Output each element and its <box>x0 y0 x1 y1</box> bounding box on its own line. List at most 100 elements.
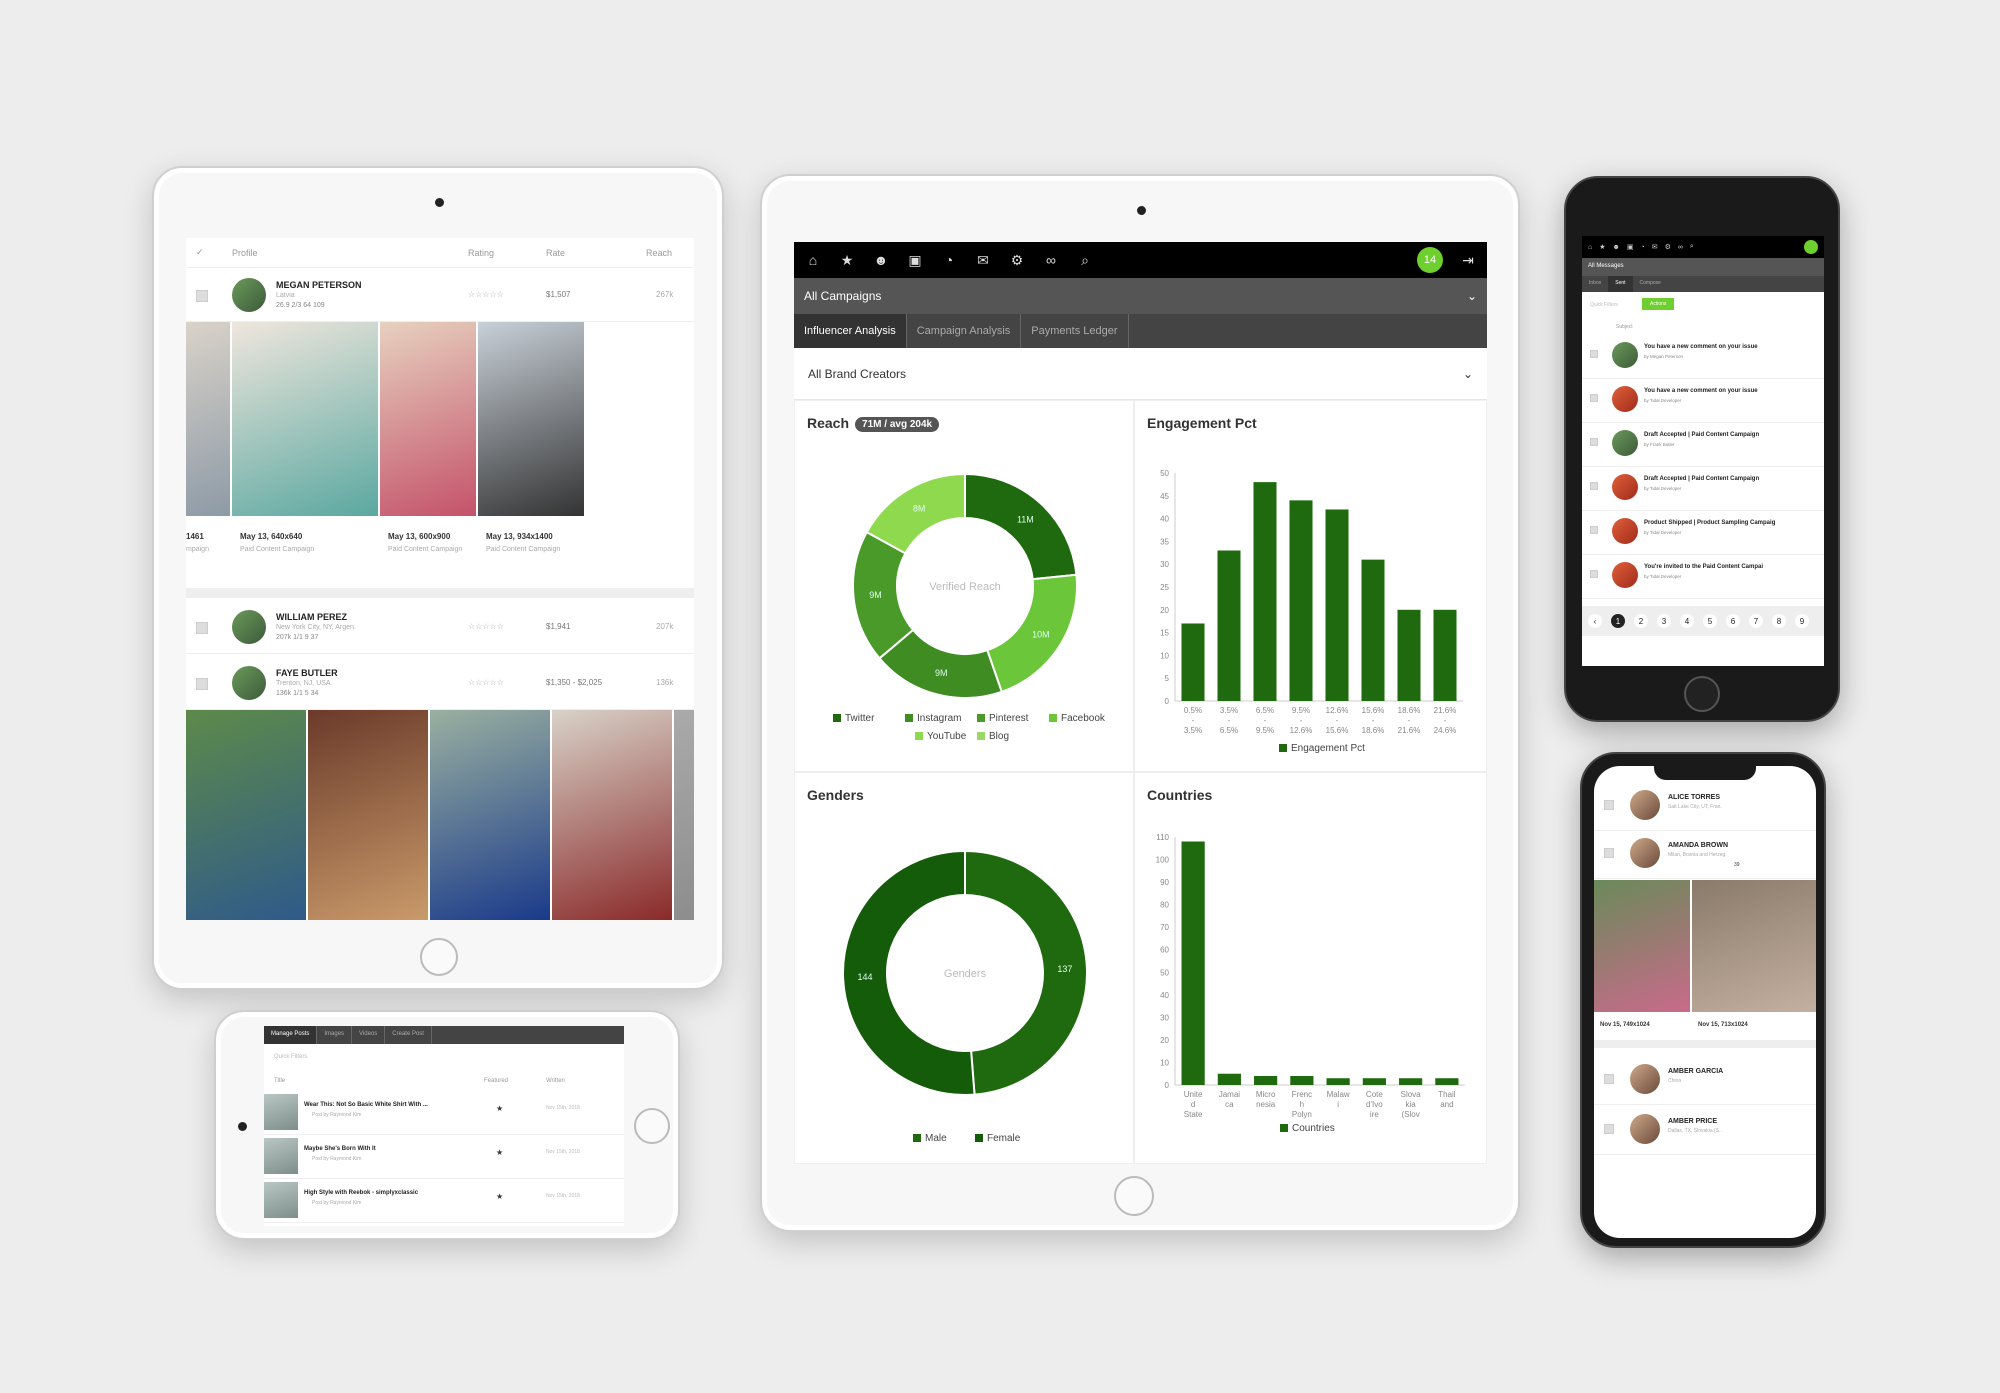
row-checkbox[interactable] <box>196 290 208 302</box>
row-checkbox[interactable] <box>1590 438 1598 446</box>
legend-label[interactable]: Male <box>925 1133 947 1144</box>
message-subject[interactable]: You have a new comment on your issue <box>1644 344 1758 350</box>
image-icon[interactable]: ▣ <box>1627 243 1634 251</box>
page-button[interactable]: 6 <box>1726 614 1740 628</box>
legend-label[interactable]: Countries <box>1292 1123 1335 1134</box>
legend-label[interactable]: Instagram <box>917 713 961 724</box>
featured-star-icon[interactable]: ★ <box>496 1148 503 1157</box>
table-row[interactable]: WILLIAM PEREZ New York City, NY, Argen. 20… <box>186 600 694 654</box>
search-icon[interactable]: ⌕ <box>1076 252 1094 269</box>
tab-inbox[interactable]: Inbox <box>1582 276 1609 292</box>
message-subject[interactable]: Draft Accepted | Paid Content Campaign <box>1644 432 1759 438</box>
column-header-rate[interactable]: Rate <box>546 248 565 258</box>
row-checkbox[interactable] <box>1604 1074 1614 1084</box>
countries-bar[interactable] <box>1326 1078 1350 1085</box>
countries-bar[interactable] <box>1399 1078 1423 1085</box>
message-subject[interactable]: Product Shipped | Product Sampling Campa… <box>1644 520 1775 526</box>
post-thumbnail[interactable] <box>478 322 584 516</box>
post-thumbnail[interactable] <box>264 1094 298 1130</box>
post-title[interactable]: Maybe She's Born With It <box>304 1146 376 1152</box>
home-icon[interactable]: ⌂ <box>1588 244 1592 251</box>
creator-name[interactable]: AMBER GARCIA <box>1668 1068 1723 1075</box>
tab-create-post[interactable]: Create Post <box>385 1026 432 1044</box>
pie-icon[interactable]: ◔ <box>1641 244 1645 251</box>
tab-videos[interactable]: Videos <box>352 1026 386 1044</box>
post-title[interactable]: May 13, 640x640 <box>240 532 302 541</box>
creator-name[interactable]: AMBER PRICE <box>1668 1118 1717 1125</box>
engagement-bar[interactable] <box>1397 609 1421 701</box>
row-checkbox[interactable] <box>1590 570 1598 578</box>
post-title[interactable]: Wear This: Not So Basic White Shirt With… <box>304 1102 428 1108</box>
page-button[interactable]: 3 <box>1657 614 1671 628</box>
post-title[interactable]: May 13, 934x1400 <box>486 532 553 541</box>
users-icon[interactable]: ☻ <box>1613 244 1620 251</box>
gear-icon[interactable]: ⚙ <box>1665 243 1671 251</box>
post-title[interactable]: Nov 15, 749x1024 <box>1600 1022 1650 1028</box>
column-header-rating[interactable]: Rating <box>468 248 494 258</box>
legend-label[interactable]: Pinterest <box>989 713 1029 724</box>
tab-payments-ledger[interactable]: Payments Ledger <box>1021 314 1129 348</box>
row-checkbox[interactable] <box>1604 848 1614 858</box>
post-thumbnail[interactable] <box>1594 880 1690 1012</box>
legend-label[interactable]: Female <box>987 1133 1021 1144</box>
users-icon[interactable]: ☻ <box>872 252 890 268</box>
column-header-profile[interactable]: Profile <box>232 248 258 258</box>
message-subject[interactable]: You have a new comment on your issue <box>1644 388 1758 394</box>
engagement-bar[interactable] <box>1181 623 1205 701</box>
star-icon[interactable]: ★ <box>838 252 856 269</box>
star-icon[interactable]: ★ <box>1599 243 1605 251</box>
page-button[interactable]: 4 <box>1680 614 1694 628</box>
post-thumbnail[interactable] <box>264 1138 298 1174</box>
home-button[interactable] <box>1684 676 1720 712</box>
reach-slice[interactable] <box>964 472 1078 581</box>
page-button[interactable]: 1 <box>1611 614 1625 628</box>
row-checkbox[interactable] <box>1590 526 1598 534</box>
row-checkbox[interactable] <box>196 622 208 634</box>
notification-badge[interactable] <box>1804 240 1818 254</box>
link-icon[interactable]: ∞ <box>1042 252 1060 268</box>
engagement-bar[interactable] <box>1325 509 1349 701</box>
mail-icon[interactable]: ✉ <box>974 252 992 269</box>
tab-manage-posts[interactable]: Manage Posts <box>264 1026 318 1044</box>
post-title[interactable]: May 13, 600x900 <box>388 532 450 541</box>
row-checkbox[interactable] <box>1590 350 1598 358</box>
mail-icon[interactable]: ✉ <box>1652 243 1658 251</box>
creator-name[interactable]: ALICE TORRES <box>1668 794 1720 801</box>
featured-star-icon[interactable]: ★ <box>496 1104 503 1113</box>
post-thumbnail[interactable] <box>264 1182 298 1218</box>
quick-filters[interactable]: Quick Filters <box>1590 302 1618 308</box>
rating-stars[interactable]: ☆☆☆☆☆ <box>468 678 504 687</box>
row-checkbox[interactable] <box>1604 800 1614 810</box>
home-icon[interactable]: ⌂ <box>804 252 822 268</box>
post-thumbnail[interactable] <box>674 710 694 920</box>
row-checkbox[interactable] <box>196 678 208 690</box>
actions-button[interactable]: Actions <box>1642 298 1675 310</box>
column-header-reach[interactable]: Reach <box>646 248 672 258</box>
tab-influencer-analysis[interactable]: Influencer Analysis <box>794 314 907 348</box>
post-thumbnail[interactable] <box>186 322 230 516</box>
legend-label[interactable]: YouTube <box>927 731 967 742</box>
engagement-bar[interactable] <box>1253 482 1277 701</box>
table-row[interactable]: FAYE BUTLER Trenton, NJ, USA 136k 1/1 5 34… <box>186 656 694 710</box>
row-checkbox[interactable] <box>1590 482 1598 490</box>
image-icon[interactable]: ▣ <box>906 252 924 269</box>
post-title[interactable]: High Style with Reebok - simplyxclassic <box>304 1190 418 1196</box>
home-button[interactable] <box>420 938 458 976</box>
gear-icon[interactable]: ⚙ <box>1008 252 1026 269</box>
legend-label[interactable]: Twitter <box>845 713 875 724</box>
page-button[interactable]: ‹ <box>1588 614 1602 628</box>
countries-bar[interactable] <box>1217 1073 1241 1085</box>
home-button[interactable] <box>1114 1176 1154 1216</box>
creator-name[interactable]: WILLIAM PEREZ <box>276 612 347 622</box>
notification-badge[interactable]: 14 <box>1417 247 1443 273</box>
column-header-title[interactable]: Title <box>274 1078 285 1084</box>
row-checkbox[interactable] <box>1590 394 1598 402</box>
post-thumbnail[interactable] <box>552 710 672 920</box>
countries-bar[interactable] <box>1254 1075 1278 1085</box>
messages-select[interactable]: All Messages <box>1582 258 1824 276</box>
engagement-bar[interactable] <box>1433 609 1457 701</box>
page-button[interactable]: 2 <box>1634 614 1648 628</box>
campaign-select[interactable]: All Campaigns ⌄ <box>794 278 1487 314</box>
link-icon[interactable]: ∞ <box>1678 244 1683 251</box>
quick-filters[interactable]: Quick Filters <box>274 1054 307 1060</box>
